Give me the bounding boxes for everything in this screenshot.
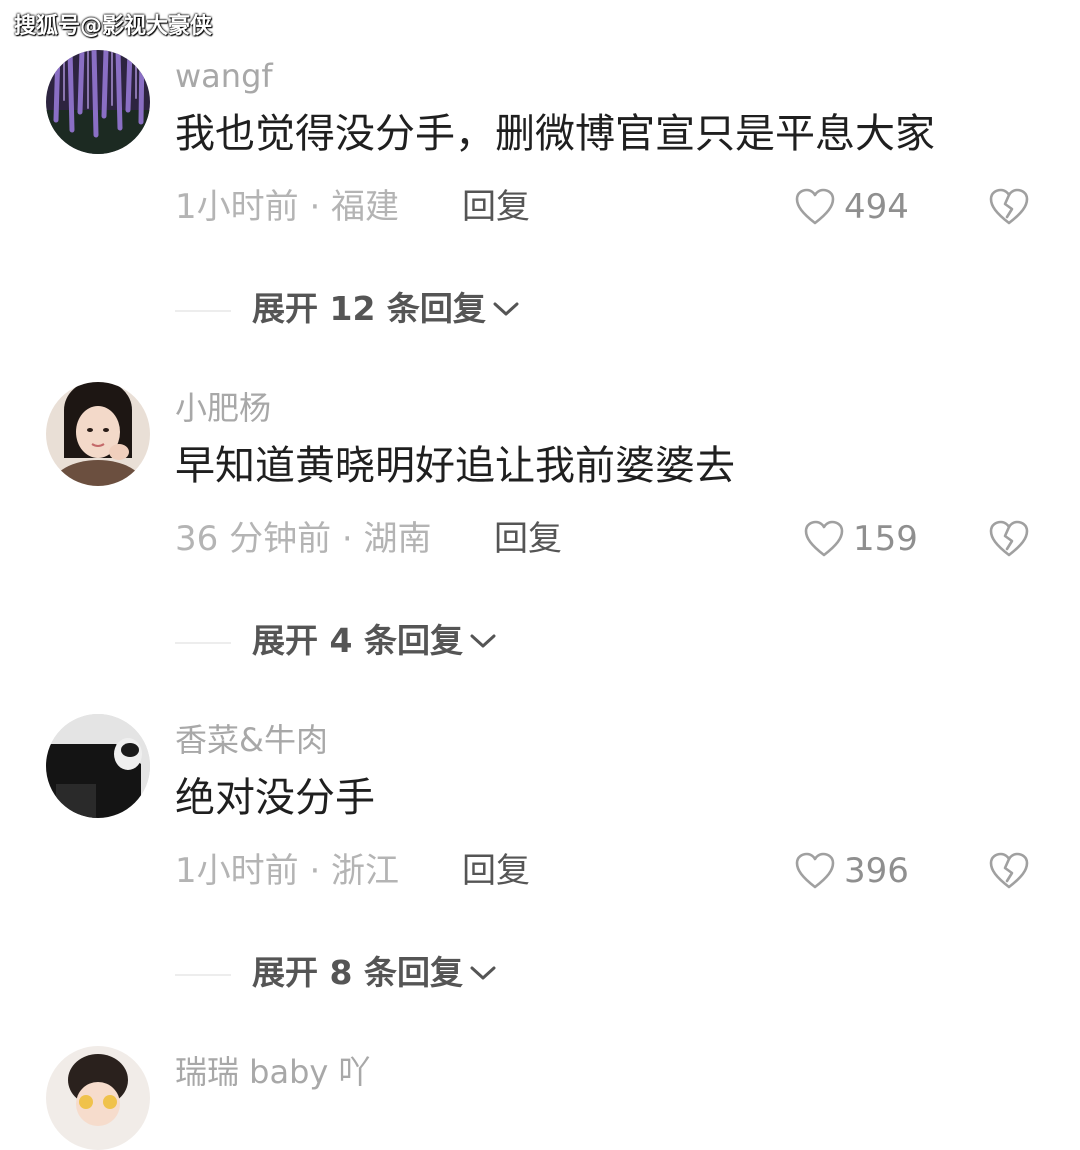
comment-meta: 36 分钟前 · 湖南 [175, 519, 432, 559]
like-count: 159 [853, 519, 918, 559]
comment-item: wangf 我也觉得没分手，删微博官宣只是平息大家 1小时前 · 福建 回复 4… [0, 0, 1080, 330]
heart-outline-icon [795, 852, 835, 889]
username[interactable]: wangf [175, 56, 273, 96]
expand-replies-button[interactable]: 展开 8 条回复 [252, 950, 497, 996]
avatar[interactable] [46, 714, 150, 818]
heart-outline-icon [795, 188, 835, 225]
like-button[interactable]: 159 [803, 517, 918, 561]
comment-text: 我也觉得没分手，删微博官宣只是平息大家 [175, 111, 935, 157]
avatar[interactable] [46, 50, 150, 154]
expand-replies-label: 展开 8 条回复 [252, 953, 463, 992]
divider [175, 642, 231, 644]
username[interactable]: 小肥杨 [175, 388, 271, 428]
like-button[interactable]: 494 [794, 185, 909, 229]
chevron-down-icon [470, 634, 496, 648]
broken-heart-icon[interactable] [988, 519, 1030, 559]
expand-replies-button[interactable]: 展开 4 条回复 [252, 618, 497, 664]
chevron-down-icon [470, 966, 496, 980]
reply-button[interactable]: 回复 [494, 517, 562, 561]
comment-item: 瑞瑞 baby 吖 [0, 996, 1080, 1150]
avatar[interactable] [46, 1046, 150, 1150]
heart-outline-icon [804, 520, 844, 557]
avatar[interactable] [46, 382, 150, 486]
comment-item: 小肥杨 早知道黄晓明好追让我前婆婆去 36 分钟前 · 湖南 回复 159 展开… [0, 332, 1080, 662]
comment-item: 香菜&牛肉 绝对没分手 1小时前 · 浙江 回复 396 展开 8 条回复 [0, 664, 1080, 994]
divider [175, 974, 231, 976]
divider [175, 310, 231, 312]
comment-text: 绝对没分手 [175, 775, 375, 821]
comment-meta: 1小时前 · 福建 [175, 187, 400, 227]
username[interactable]: 香菜&牛肉 [175, 720, 328, 760]
reply-button[interactable]: 回复 [462, 185, 530, 229]
like-count: 494 [844, 187, 909, 227]
comment-meta: 1小时前 · 浙江 [175, 851, 400, 891]
chevron-down-icon [493, 302, 519, 316]
like-button[interactable]: 396 [794, 849, 909, 893]
expand-replies-button[interactable]: 展开 12 条回复 [252, 286, 520, 332]
broken-heart-icon[interactable] [988, 851, 1030, 891]
expand-replies-label: 展开 4 条回复 [252, 621, 463, 660]
broken-heart-icon[interactable] [988, 187, 1030, 227]
like-count: 396 [844, 851, 909, 891]
username[interactable]: 瑞瑞 baby 吖 [175, 1052, 371, 1092]
expand-replies-label: 展开 12 条回复 [252, 289, 486, 328]
comment-text: 早知道黄晓明好追让我前婆婆去 [175, 443, 735, 489]
reply-button[interactable]: 回复 [462, 849, 530, 893]
